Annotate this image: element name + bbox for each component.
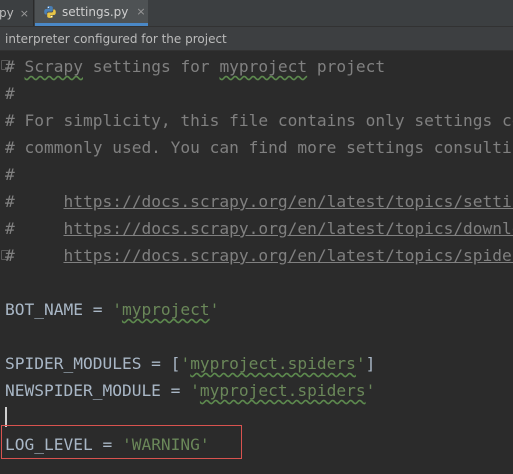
docs-settings-link[interactable]: https://docs.scrapy.org/en/latest/topics… (63, 192, 513, 211)
interpreter-notification-banner: interpreter configured for the project (0, 27, 513, 51)
tab-previous-label: py (0, 6, 14, 20)
code-line-7: # https://docs.scrapy.org/en/latest/topi… (5, 219, 513, 239)
code-line-8: # https://docs.scrapy.org/en/latest/topi… (5, 246, 513, 266)
code-line-5: # (5, 165, 15, 184)
docs-spider-middleware-link[interactable]: https://docs.scrapy.org/en/latest/topics… (63, 246, 513, 265)
text-cursor (5, 407, 7, 427)
tab-settings-close-icon[interactable]: × (136, 6, 145, 17)
code-line-6: # https://docs.scrapy.org/en/latest/topi… (5, 192, 513, 212)
python-file-icon (44, 5, 56, 18)
tab-previous-close-icon[interactable]: × (20, 8, 29, 19)
tab-settings-py[interactable]: settings.py × (35, 0, 148, 26)
docs-downloader-middleware-link[interactable]: https://docs.scrapy.org/en/latest/topics… (63, 219, 513, 238)
code-line-3: # For simplicity, this file contains onl… (5, 111, 513, 130)
banner-text: interpreter configured for the project (5, 32, 227, 46)
code-line-spider-modules: SPIDER_MODULES = ['myproject.spiders'] (5, 354, 376, 373)
code-editor[interactable]: # Scrapy settings for myproject project … (0, 52, 513, 474)
code-line-1: # Scrapy settings for myproject project (5, 57, 386, 76)
editor-tab-bar: py × settings.py × (0, 0, 513, 27)
ide-window: py × settings.py × interpreter configure… (0, 0, 513, 474)
code-line-bot-name: BOT_NAME = 'myproject' (5, 300, 220, 319)
code-line-newspider-module: NEWSPIDER_MODULE = 'myproject.spiders' (5, 381, 376, 400)
code-line-2: # (5, 84, 15, 103)
tab-previous-file[interactable]: py × (0, 0, 34, 26)
code-line-4: # commonly used. You can find more setti… (5, 138, 513, 157)
tab-settings-label: settings.py (62, 4, 129, 19)
code-line-log-level: LOG_LEVEL = 'WARNING' (5, 435, 210, 454)
